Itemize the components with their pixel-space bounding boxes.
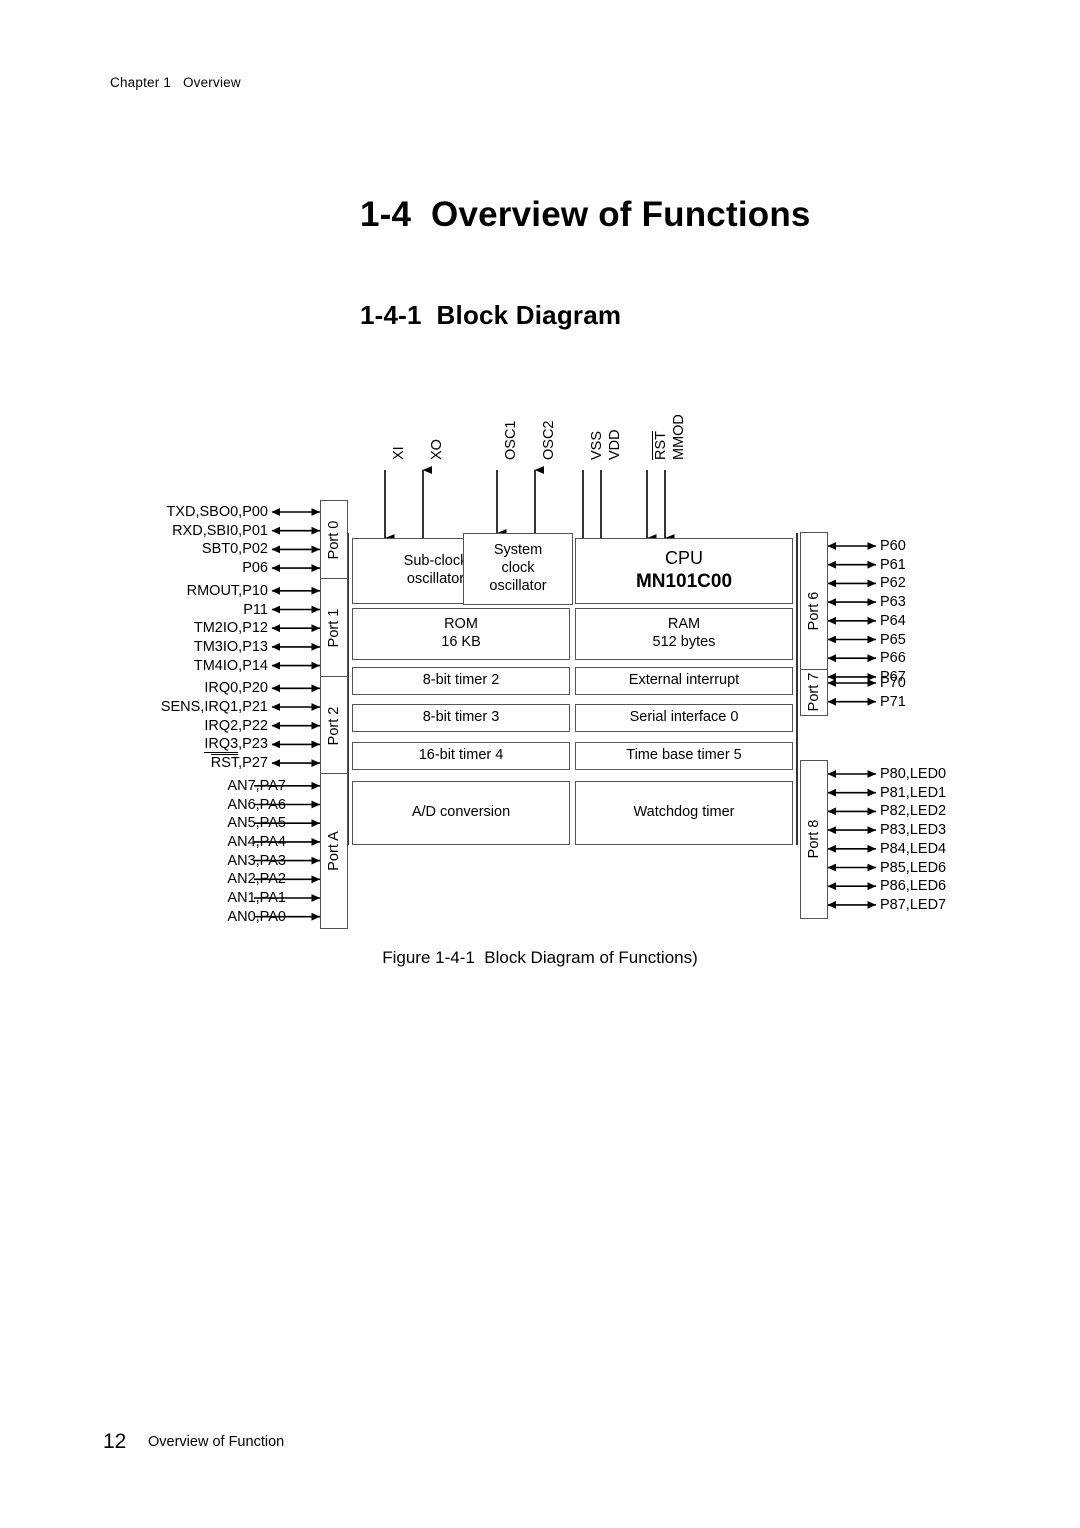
- block-system-clock-oscillator-label: System clock oscillator: [489, 542, 547, 594]
- pin-label-irq0-p20: IRQ0,P20: [204, 680, 268, 697]
- block-8bit-timer-3-label: 8-bit timer 3: [422, 709, 500, 726]
- block-ram: RAM 512 bytes: [575, 608, 793, 660]
- port-box-port-a: Port A: [320, 773, 348, 930]
- pin-label-p85-led6: P85,LED6: [880, 859, 947, 876]
- pin-label-an5-pa5: AN5,PA5: [227, 815, 286, 832]
- block-external-interrupt: External interrupt: [575, 667, 793, 695]
- pin-label-p70: P70: [880, 675, 906, 691]
- top-signal-label-osc2: OSC2: [541, 420, 557, 461]
- block-cpu: CPU MN101C00: [575, 538, 793, 604]
- pin-label-tm2io-p12: TM2IO,P12: [193, 620, 268, 637]
- block-rom: ROM 16 KB: [352, 608, 570, 660]
- port-box-port-0: Port 0: [320, 499, 348, 581]
- block-ram-size: 512 bytes: [652, 634, 716, 650]
- top-signal-label-mmod: MMOD: [671, 414, 687, 460]
- block-8bit-timer-3: 8-bit timer 3: [352, 704, 570, 732]
- pin-label-p71: P71: [880, 693, 906, 710]
- top-signal-label-vss: VSS: [589, 430, 605, 460]
- pin-label-p80-led0: P80,LED0: [880, 766, 947, 782]
- block-time-base-timer-5: Time base timer 5: [575, 742, 793, 770]
- pin-label-txd-sbo0-p00: TXD,SBO0,P00: [166, 504, 268, 520]
- port-box-port-2: Port 2: [320, 675, 348, 776]
- port-box-port-7: Port 7: [800, 668, 828, 717]
- pin-label-an3-pa3: AN3,PA3: [227, 852, 286, 869]
- block-ad-conversion: A/D conversion: [352, 781, 570, 845]
- block-cpu-title: CPU: [664, 547, 703, 568]
- top-signal-label-rst: RST: [652, 431, 669, 460]
- block-16bit-timer-4: 16-bit timer 4: [352, 742, 570, 770]
- pin-label-sens-irq1-p21: SENS,IRQ1,P21: [160, 699, 268, 715]
- pin-label-rxd-sbi0-p01: RXD,SBI0,P01: [172, 522, 268, 539]
- pin-label-an0-pa0: AN0,PA0: [227, 908, 286, 925]
- top-signal-label-xi: XI: [391, 446, 407, 460]
- port-box-port-1: Port 1: [320, 578, 348, 678]
- block-rom-size: 16 KB: [441, 634, 481, 650]
- block-cpu-name: MN101C00: [635, 571, 733, 593]
- block-ram-title: RAM: [667, 616, 701, 633]
- port-label-port-a: Port A: [326, 831, 342, 871]
- block-ad-conversion-label: A/D conversion: [411, 804, 511, 821]
- pin-label-p82-led2: P82,LED2: [880, 803, 947, 820]
- pin-label-p60: P60: [880, 538, 906, 554]
- port-label-port-2: Port 2: [326, 706, 342, 746]
- block-rom-title: ROM: [444, 616, 478, 633]
- pin-label-p87-led7: P87,LED7: [880, 896, 947, 913]
- pin-label-p83-led3: P83,LED3: [880, 822, 947, 839]
- top-signal-label-vdd: VDD: [607, 429, 623, 460]
- block-8bit-timer-2-label: 8-bit timer 2: [422, 672, 500, 689]
- port-box-port-6: Port 6: [800, 531, 828, 692]
- pin-label-p11: P11: [243, 601, 268, 618]
- port-label-port-0: Port 0: [326, 520, 342, 560]
- pin-label-tm3io-p13: TM3IO,P13: [193, 638, 268, 655]
- pin-label-p63: P63: [880, 594, 906, 611]
- block-sub-clock-oscillator-label: Sub-clock oscillator: [403, 553, 468, 587]
- pin-label-p06: P06: [242, 560, 268, 577]
- pin-label-rst-p27: RST,P27: [210, 754, 268, 772]
- block-watchdog-timer-label: Watchdog timer: [633, 804, 735, 821]
- block-diagram: XI XO OSC1 OSC2 VSS VDD RST MMOD TXD,SBO0,P00 RX…: [0, 0, 1080, 1528]
- block-8bit-timer-2: 8-bit timer 2: [352, 667, 570, 695]
- block-time-base-timer-5-label: Time base timer 5: [626, 747, 742, 764]
- block-16bit-timer-4-label: 16-bit timer 4: [418, 747, 504, 764]
- block-watchdog-timer: Watchdog timer: [575, 781, 793, 845]
- block-serial-interface-0: Serial interface 0: [575, 704, 793, 732]
- pin-label-an4-pa4: AN4,PA4: [227, 833, 286, 850]
- pin-label-p86-led6: P86,LED6: [880, 878, 947, 895]
- port-label-port-7: Port 7: [806, 672, 822, 712]
- pin-label-an2-pa2: AN2,PA2: [227, 871, 286, 888]
- pin-label-rmout-p10: RMOUT,P10: [186, 582, 268, 599]
- top-signal-label-osc1: OSC1: [503, 420, 519, 461]
- pin-label-an1-pa1: AN1,PA1: [227, 890, 286, 906]
- pin-label-irq2-p22: IRQ2,P22: [204, 717, 268, 734]
- pin-label-p62: P62: [880, 575, 906, 592]
- top-signal-label-xo: XO: [429, 439, 445, 460]
- pin-label-irq3-p23: IRQ3,P23: [204, 736, 268, 754]
- pin-label-p61: P61: [880, 556, 906, 573]
- pin-label-tm4io-p14: TM4IO,P14: [193, 657, 268, 674]
- port-box-port-8: Port 8: [800, 759, 828, 920]
- port-label-port-6: Port 6: [806, 592, 822, 631]
- block-external-interrupt-label: External interrupt: [628, 672, 740, 689]
- pin-label-p84-led4: P84,LED4: [880, 840, 947, 857]
- block-serial-interface-0-label: Serial interface 0: [629, 709, 739, 726]
- block-system-clock-oscillator: System clock oscillator: [463, 533, 573, 605]
- port-label-port-8: Port 8: [806, 820, 822, 859]
- pin-label-sbt0-p02: SBT0,P02: [201, 541, 268, 558]
- pin-label-p66: P66: [880, 650, 906, 667]
- pin-label-p65: P65: [880, 631, 906, 648]
- port-label-port-1: Port 1: [326, 608, 342, 648]
- pin-label-p81-led1: P81,LED1: [880, 784, 947, 801]
- pin-label-an7-pa7: AN7,PA7: [227, 777, 286, 794]
- pin-label-p64: P64: [880, 612, 906, 629]
- pin-label-an6-pa6: AN6,PA6: [227, 796, 286, 813]
